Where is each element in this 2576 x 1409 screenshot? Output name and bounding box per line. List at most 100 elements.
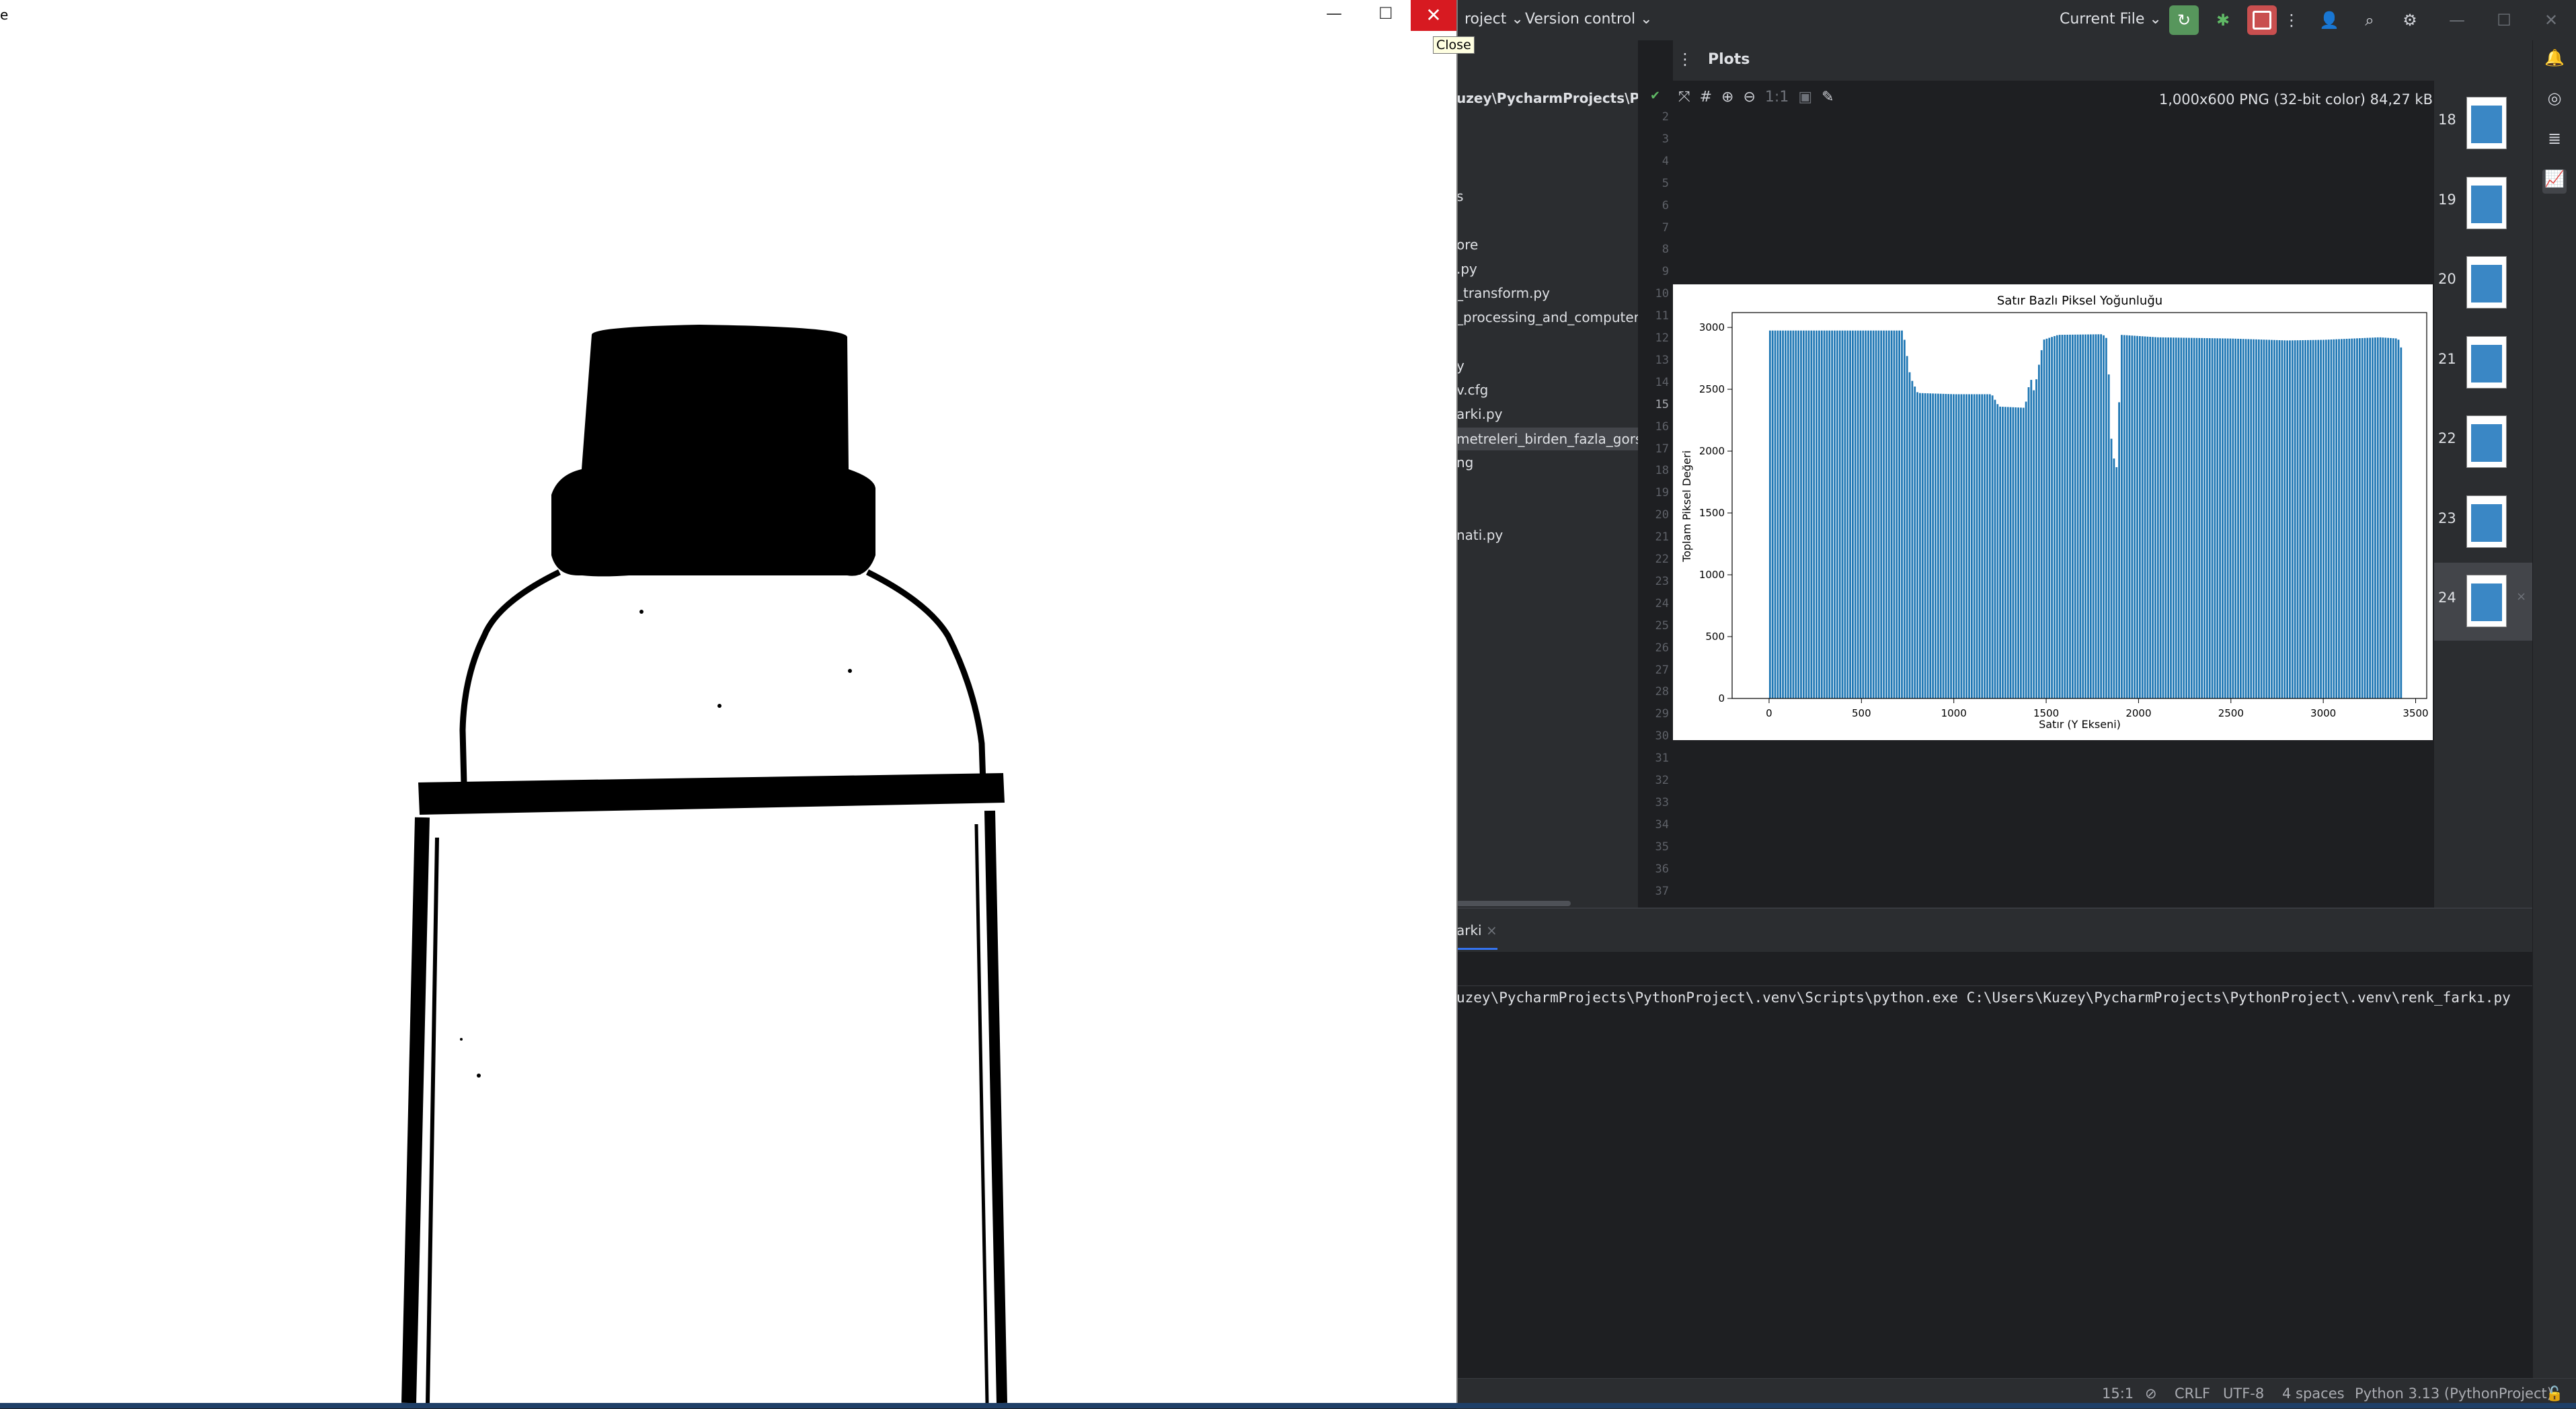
line-number: 37 bbox=[1655, 884, 1669, 898]
project-item[interactable]: _transform.py bbox=[1456, 285, 1550, 301]
viewer-title: e bbox=[0, 7, 9, 23]
bar bbox=[1771, 330, 1774, 698]
project-item[interactable]: v.cfg bbox=[1456, 382, 1488, 398]
bar bbox=[1797, 330, 1800, 698]
plot-thumbnail[interactable]: 20 bbox=[2434, 244, 2532, 322]
line-number: 13 bbox=[1655, 353, 1669, 367]
notifications-icon[interactable]: 🔔 bbox=[2542, 48, 2567, 73]
more-actions-icon[interactable]: ⋮ bbox=[2277, 5, 2306, 35]
line-number: 18 bbox=[1655, 464, 1669, 478]
project-path[interactable]: uzey\PycharmProjects\Pyth bbox=[1456, 90, 1664, 106]
readonly-icon[interactable]: ⊘ bbox=[2145, 1385, 2157, 1402]
bar bbox=[1834, 330, 1836, 698]
sciview-icon[interactable]: 📈 bbox=[2542, 169, 2567, 194]
bar bbox=[1813, 330, 1816, 698]
add-user-icon[interactable]: 👤 bbox=[2314, 5, 2344, 35]
bar bbox=[2051, 337, 2053, 699]
bar bbox=[2203, 337, 2206, 698]
bar bbox=[2222, 338, 2224, 698]
bar bbox=[2394, 338, 2397, 699]
bar bbox=[2022, 407, 2025, 698]
indent-setting[interactable]: 4 spaces bbox=[2282, 1385, 2345, 1402]
project-scrollbar[interactable] bbox=[1456, 901, 1571, 906]
project-item[interactable]: ore bbox=[1456, 237, 1478, 253]
project-item[interactable]: .py bbox=[1456, 261, 1477, 277]
bar bbox=[1906, 356, 1908, 698]
x-ticks: 0 500 1000 1500 2000 2500 3000 3500 bbox=[1766, 698, 2429, 719]
project-menu[interactable]: roject ⌄ bbox=[1465, 11, 1524, 28]
y-tick-label: 0 bbox=[1718, 692, 1725, 704]
bar bbox=[1838, 330, 1841, 698]
caret-position[interactable]: 15:1 bbox=[2102, 1385, 2134, 1402]
plot-thumbnail[interactable]: 21 bbox=[2434, 324, 2532, 402]
ai-assistant-icon[interactable]: ◎ bbox=[2542, 89, 2567, 113]
line-separator[interactable]: CRLF bbox=[2175, 1385, 2210, 1402]
line-number: 2 bbox=[1662, 110, 1669, 124]
bar bbox=[2144, 336, 2146, 698]
bar bbox=[2175, 337, 2177, 698]
color-picker-icon[interactable]: ✎ bbox=[1822, 89, 1834, 106]
plot-thumbnail[interactable]: 19 bbox=[2434, 165, 2532, 243]
plot-thumbnail[interactable]: 24 × bbox=[2434, 563, 2532, 641]
minimize-icon[interactable]: — bbox=[2442, 5, 2472, 35]
bar bbox=[1818, 330, 1820, 698]
plot-thumbnail[interactable]: 22 bbox=[2434, 403, 2532, 481]
bar bbox=[1887, 330, 1890, 698]
file-encoding[interactable]: UTF-8 bbox=[2223, 1385, 2264, 1402]
run-config-selector[interactable]: Current File ⌄ bbox=[2060, 11, 2162, 28]
bar bbox=[2012, 407, 2015, 698]
viewer-minimize-button[interactable]: — bbox=[1326, 4, 1342, 23]
bottle-shoulder bbox=[459, 563, 986, 784]
viewer-maximize-button[interactable]: ☐ bbox=[1378, 4, 1393, 23]
bar bbox=[1846, 330, 1849, 698]
bar bbox=[2309, 339, 2312, 698]
actual-size-button[interactable]: 1:1 bbox=[1765, 89, 1789, 106]
close-tab-icon[interactable]: × bbox=[1486, 922, 1497, 938]
project-item[interactable]: nati.py bbox=[1456, 527, 1503, 543]
options-icon[interactable]: ⋮ bbox=[1677, 50, 1693, 69]
x-tick-label: 2000 bbox=[2125, 707, 2151, 719]
zoom-out-icon[interactable]: ⊖ bbox=[1743, 89, 1755, 106]
close-tooltip: Close bbox=[1433, 36, 1475, 54]
maximize-icon[interactable]: ☐ bbox=[2489, 5, 2519, 35]
close-icon[interactable]: ✕ bbox=[2536, 5, 2566, 35]
vcs-menu[interactable]: Version control ⌄ bbox=[1525, 11, 1653, 28]
project-item[interactable]: arki.py bbox=[1456, 406, 1503, 422]
settings-gear-icon[interactable]: ⚙ bbox=[2395, 5, 2425, 35]
line-number: 29 bbox=[1655, 707, 1669, 721]
debug-icon[interactable]: ✱ bbox=[2208, 5, 2238, 35]
bar bbox=[1826, 330, 1828, 698]
search-icon[interactable]: ⌕ bbox=[2355, 5, 2384, 35]
python-interpreter[interactable]: Python 3.13 (PythonProject) bbox=[2355, 1385, 2552, 1402]
plot-thumbnail[interactable]: 23 bbox=[2434, 483, 2532, 561]
bar bbox=[2214, 338, 2216, 698]
bar bbox=[2358, 338, 2361, 698]
grid-icon[interactable]: # bbox=[1700, 89, 1712, 106]
run-tab[interactable]: arki × bbox=[1456, 922, 1497, 950]
zoom-in-icon[interactable]: ⊕ bbox=[1721, 89, 1733, 106]
rerun-icon[interactable]: ↻ bbox=[2169, 5, 2199, 35]
plot-thumbnail[interactable]: 18 bbox=[2434, 85, 2532, 163]
fit-icon[interactable]: ⤧ bbox=[1678, 89, 1690, 106]
bar bbox=[2333, 339, 2335, 699]
bar bbox=[2247, 339, 2250, 698]
bars-group bbox=[1768, 330, 2403, 699]
project-item[interactable]: _processing_and_computer_v bbox=[1456, 309, 1638, 325]
stop-button[interactable] bbox=[2247, 5, 2277, 35]
bar bbox=[2048, 337, 2051, 698]
lock-icon[interactable]: 🔓 bbox=[2546, 1385, 2563, 1402]
bar bbox=[2372, 337, 2374, 698]
close-thumbnail-icon[interactable]: × bbox=[2516, 590, 2526, 604]
project-item-selected[interactable]: metreleri_birden_fazla_gorsel bbox=[1456, 428, 1638, 450]
viewer-close-button[interactable]: ✕ bbox=[1411, 0, 1456, 31]
bar bbox=[2364, 337, 2366, 698]
database-icon[interactable]: ≣ bbox=[2542, 129, 2567, 153]
bar bbox=[1865, 330, 1867, 698]
bar bbox=[2224, 338, 2226, 698]
line-number: 19 bbox=[1655, 486, 1669, 500]
bar bbox=[2177, 337, 2180, 698]
bar bbox=[2268, 339, 2271, 698]
image-icon[interactable]: ▣ bbox=[1798, 89, 1812, 106]
bar bbox=[2263, 339, 2265, 698]
project-item[interactable]: ng bbox=[1456, 454, 1473, 471]
